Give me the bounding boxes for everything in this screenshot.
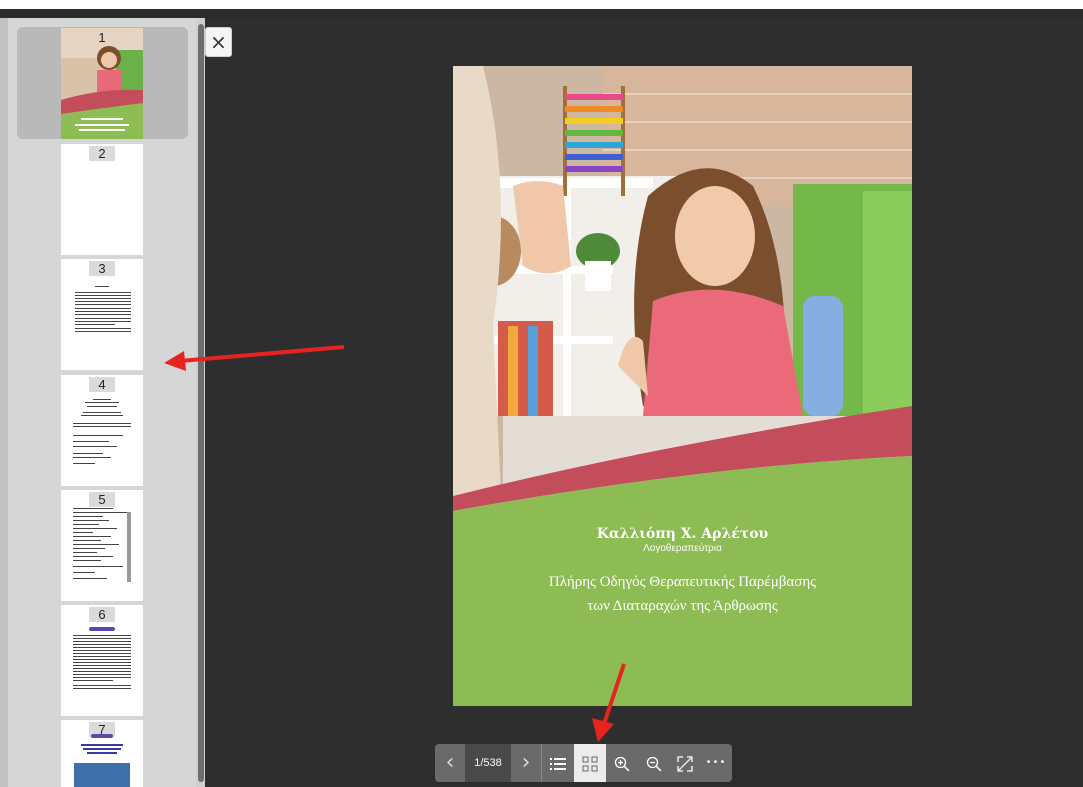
- thumbnail-page-number: 4: [89, 377, 115, 392]
- page-indicator[interactable]: 1/538: [465, 744, 511, 782]
- thumbnail-page-2[interactable]: 2: [61, 144, 143, 255]
- thumbnail-page-number: 2: [89, 146, 115, 161]
- thumbnail-page-1[interactable]: 1: [61, 28, 143, 139]
- more-options-button[interactable]: •••: [700, 744, 732, 782]
- zoom-in-icon: [614, 756, 630, 772]
- brain-image-thumbnail: [74, 763, 130, 787]
- cover-title-line-2: των Διαταραχών της Άρθρωσης: [587, 598, 778, 614]
- annotation-arrow-toolbar: [592, 663, 626, 742]
- more-icon: •••: [705, 757, 727, 768]
- cover-page: Καλλιόπη Χ. Αρλέτου Λογοθεραπεύτρια Πλήρ…: [453, 66, 912, 706]
- thumbnail-page-number: 5: [89, 492, 115, 507]
- thumbnail-page-3[interactable]: 3: [61, 259, 143, 370]
- grid-icon: [582, 756, 598, 771]
- thumbnail-page-7[interactable]: 7: [61, 720, 143, 787]
- cover-author-role: Λογοθεραπεύτρια: [643, 543, 722, 554]
- viewer-toolbar: ‹ 1/538 › •••: [435, 744, 732, 782]
- thumbnail-page-number: 1: [98, 30, 106, 45]
- annotation-arrow-sidebar: [164, 345, 345, 371]
- thumbnails-button[interactable]: [574, 744, 606, 782]
- zoom-out-button[interactable]: [638, 744, 670, 782]
- thumbnail-page-number: 3: [89, 261, 115, 276]
- cover-author: Καλλιόπη Χ. Αρλέτου: [596, 526, 769, 542]
- close-icon: ×: [210, 30, 227, 54]
- thumbnail-page-6[interactable]: 6: [61, 605, 143, 716]
- thumbnail-page-number: 6: [89, 607, 115, 622]
- thumbnail-page-5[interactable]: 5: [61, 490, 143, 601]
- fullscreen-button[interactable]: [670, 744, 700, 782]
- cover-title-line-1: Πλήρης Οδηγός Θεραπευτικής Παρέμβασης: [548, 574, 817, 590]
- sidebar-scrollbar-thumb[interactable]: [198, 24, 204, 782]
- list-icon: [550, 757, 566, 770]
- zoom-in-button[interactable]: [606, 744, 638, 782]
- next-page-button[interactable]: ›: [511, 744, 541, 782]
- zoom-out-icon: [646, 756, 662, 772]
- fullscreen-icon: [677, 755, 693, 772]
- window-top-strip: [0, 0, 1083, 9]
- chevron-right-icon: ›: [521, 750, 531, 775]
- cover-photo: [453, 66, 912, 536]
- sidebar-left-edge: [0, 18, 8, 787]
- window-top-dark-strip: [0, 9, 1083, 18]
- chevron-left-icon: ‹: [445, 750, 455, 775]
- thumbnail-page-4[interactable]: 4: [61, 375, 143, 486]
- close-sidebar-button[interactable]: ×: [205, 27, 232, 57]
- outline-button[interactable]: [542, 744, 574, 782]
- previous-page-button[interactable]: ‹: [435, 744, 465, 782]
